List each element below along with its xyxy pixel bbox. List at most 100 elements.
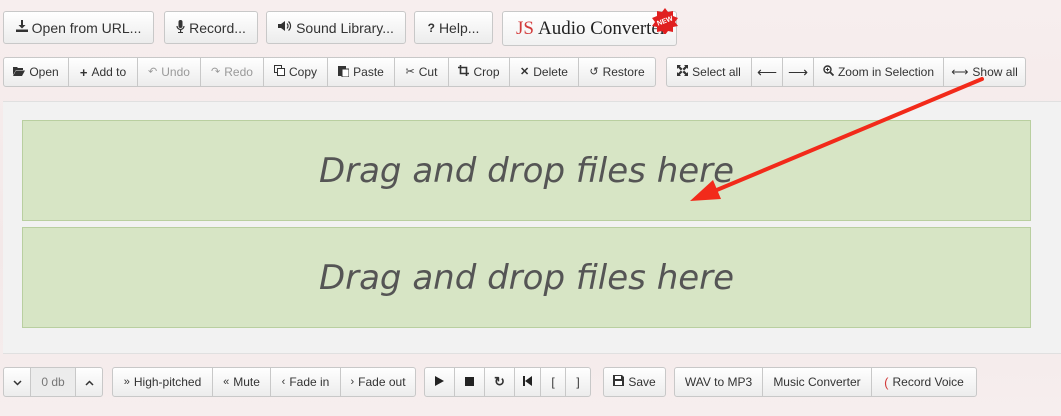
record-voice-button[interactable]: ( Record Voice — [871, 367, 977, 397]
open-label: Open — [29, 65, 59, 79]
floppy-disk-icon — [613, 375, 625, 389]
copy-label: Copy — [288, 65, 317, 79]
scissors-icon: ✂ — [405, 65, 415, 78]
double-chevron-up-icon: » — [123, 375, 130, 388]
mute-button[interactable]: « Mute — [212, 367, 271, 397]
arrows-horizontal-icon: ⟷ — [951, 65, 969, 79]
playback-toolbar: ↻ [ ] — [424, 367, 591, 397]
loop-button[interactable]: ↻ — [484, 367, 515, 397]
music-converter-label: Music Converter — [773, 375, 861, 389]
chevron-left-icon: ‹ — [281, 375, 286, 388]
js-audio-converter-logo[interactable]: JS Audio Converter NEW — [502, 8, 678, 46]
crop-button[interactable]: Crop — [448, 57, 510, 87]
help-button[interactable]: ? Help... — [414, 11, 493, 44]
undo-button[interactable]: ↶ Undo — [137, 57, 201, 87]
bracket-close-label: ] — [576, 375, 580, 389]
skip-start-button[interactable] — [514, 367, 541, 397]
wav-to-mp3-label: WAV to MP3 — [684, 375, 753, 389]
record-label: Record... — [189, 19, 246, 36]
high-pitched-label: High-pitched — [133, 375, 202, 389]
drop-zone-1[interactable]: Drag and drop files here — [22, 120, 1031, 221]
record-button[interactable]: Record... — [164, 11, 258, 44]
add-to-label: Add to — [91, 65, 127, 79]
show-all-button[interactable]: ⟷ Show all — [943, 57, 1026, 87]
voice-recorder-icon: ( — [884, 374, 889, 390]
folder-open-icon — [13, 66, 26, 79]
speaker-icon — [278, 20, 292, 35]
expand-icon — [677, 65, 689, 79]
refresh-icon: ↻ — [494, 374, 505, 389]
crop-icon — [458, 65, 470, 79]
chevron-right-icon: › — [350, 375, 355, 388]
play-button[interactable] — [424, 367, 455, 397]
chevron-up-icon — [84, 375, 94, 389]
stop-button[interactable] — [454, 367, 485, 397]
add-to-button[interactable]: + Add to — [68, 57, 138, 87]
delete-button[interactable]: ✕ Delete — [509, 57, 579, 87]
plus-icon: + — [79, 64, 88, 80]
fade-out-button[interactable]: › Fade out — [340, 367, 416, 397]
volume-up-button[interactable] — [75, 367, 103, 397]
copy-button[interactable]: Copy — [263, 57, 328, 87]
redo-button[interactable]: ↷ Redo — [200, 57, 264, 87]
zoom-in-icon — [823, 65, 835, 79]
play-icon — [435, 375, 444, 389]
help-label: Help... — [438, 19, 480, 36]
drop-zone-2[interactable]: Drag and drop files here — [22, 227, 1031, 328]
double-chevron-down-icon: « — [223, 375, 230, 388]
bracket-open-label: [ — [551, 375, 555, 389]
open-from-url-button[interactable]: Open from URL... — [3, 11, 154, 44]
volume-down-button[interactable] — [3, 367, 31, 397]
zoom-in-selection-button[interactable]: Zoom in Selection — [813, 57, 944, 87]
save-toolbar: Save — [603, 367, 666, 397]
scroll-left-button[interactable]: ⟵ — [751, 57, 783, 87]
mute-label: Mute — [233, 375, 260, 389]
logo-js-text: JS — [516, 17, 534, 39]
undo-label: Undo — [161, 65, 190, 79]
paste-label: Paste — [353, 65, 384, 79]
arrow-right-icon: ⟶ — [787, 63, 809, 80]
history-icon: ↺ — [589, 65, 599, 78]
save-button[interactable]: Save — [603, 367, 666, 397]
open-button[interactable]: Open — [3, 57, 69, 87]
chevron-down-icon — [12, 375, 22, 389]
microphone-icon — [176, 19, 185, 36]
cut-label: Cut — [418, 65, 438, 79]
restore-button[interactable]: ↺ Restore — [578, 57, 656, 87]
sound-library-button[interactable]: Sound Library... — [266, 11, 406, 44]
mark-start-button[interactable]: [ — [540, 367, 566, 397]
restore-label: Restore — [602, 65, 645, 79]
music-converter-button[interactable]: Music Converter — [762, 367, 872, 397]
save-label: Save — [628, 375, 656, 389]
question-icon: ? — [427, 20, 435, 35]
effects-toolbar: » High-pitched « Mute ‹ Fade in › Fade o… — [112, 367, 416, 397]
record-voice-label: Record Voice — [892, 375, 964, 389]
fade-in-button[interactable]: ‹ Fade in — [270, 367, 341, 397]
show-all-label: Show all — [972, 65, 1018, 79]
redo-label: Redo — [224, 65, 253, 79]
wav-to-mp3-button[interactable]: WAV to MP3 — [674, 367, 763, 397]
x-icon: ✕ — [520, 65, 530, 78]
arrow-left-icon: ⟵ — [756, 63, 778, 80]
download-icon — [15, 20, 28, 35]
new-badge-icon: NEW — [652, 8, 678, 34]
converter-toolbar: WAV to MP3 Music Converter ( Record Voic… — [674, 367, 977, 397]
paste-icon — [338, 65, 350, 80]
paste-button[interactable]: Paste — [327, 57, 395, 87]
skip-back-icon — [523, 375, 532, 389]
drop-zone-1-label: Drag and drop files here — [318, 150, 735, 191]
db-value-label: 0 db — [41, 375, 65, 389]
fade-in-label: Fade in — [289, 375, 330, 389]
scroll-right-button[interactable]: ⟶ — [782, 57, 814, 87]
zoom-in-selection-label: Zoom in Selection — [837, 65, 935, 79]
mark-end-button[interactable]: ] — [565, 367, 591, 397]
cut-button[interactable]: ✂ Cut — [394, 57, 449, 87]
select-all-button[interactable]: Select all — [666, 57, 752, 87]
high-pitched-button[interactable]: » High-pitched — [112, 367, 213, 397]
sound-library-label: Sound Library... — [296, 19, 394, 36]
edit-toolbar: Open + Add to ↶ Undo ↷ Redo Copy Paste ✂… — [3, 57, 656, 87]
volume-control: 0 db — [3, 367, 103, 397]
fade-out-label: Fade out — [358, 375, 406, 389]
select-all-label: Select all — [692, 65, 741, 79]
redo-icon: ↷ — [211, 65, 221, 78]
